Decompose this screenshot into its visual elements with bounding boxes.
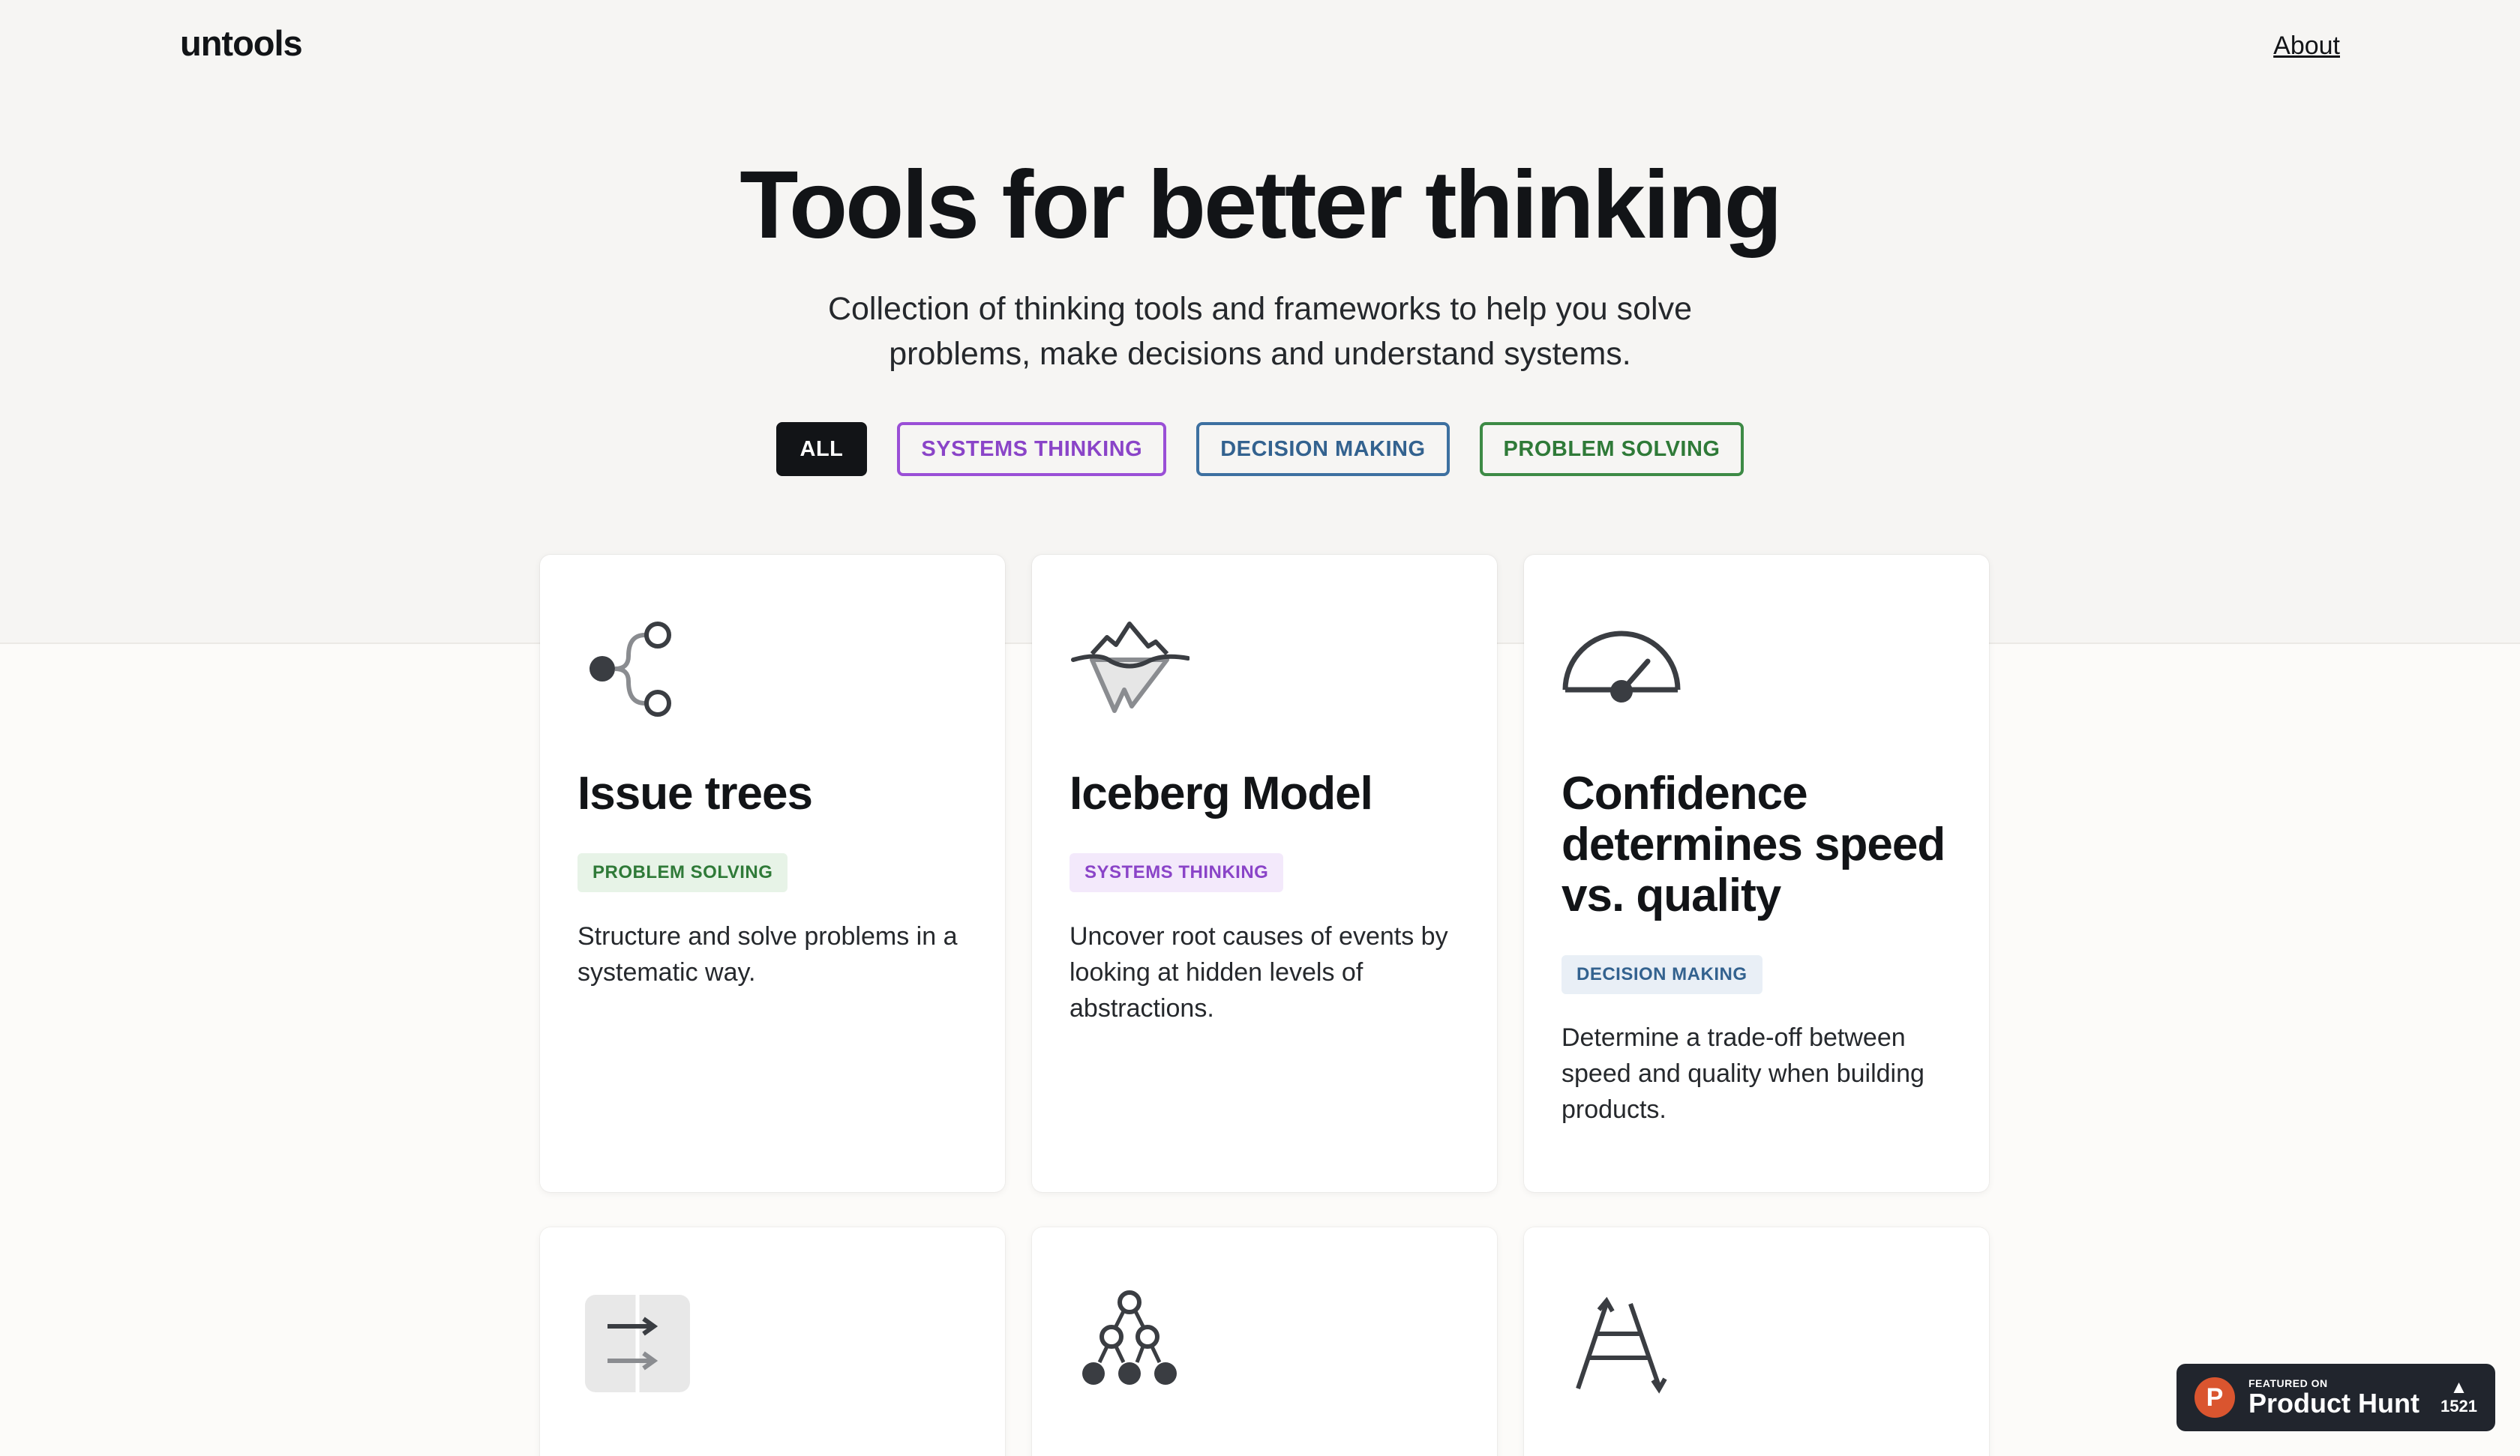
product-hunt-logo-icon: P <box>2194 1377 2235 1418</box>
upvote-arrow-icon: ▲ <box>2450 1377 2468 1398</box>
product-hunt-badge[interactable]: P FEATURED ON Product Hunt ▲ 1521 <box>2176 1364 2495 1431</box>
about-link[interactable]: About <box>2273 31 2340 61</box>
issue-tree-icon <box>590 622 671 717</box>
filter-all[interactable]: ALL <box>776 422 868 476</box>
card-description: Determine a trade-off between speed and … <box>1562 1023 1924 1124</box>
card-description: Structure and solve problems in a system… <box>578 922 958 987</box>
product-hunt-votes: 1521 <box>2440 1397 2477 1416</box>
card-tag: DECISION MAKING <box>1562 955 1762 994</box>
two-way-door-icon <box>585 1295 690 1392</box>
card-tag: SYSTEMS THINKING <box>1070 853 1284 892</box>
category-filters: ALL SYSTEMS THINKING DECISION MAKING PRO… <box>0 422 2520 476</box>
filter-problem-solving[interactable]: PROBLEM SOLVING <box>1479 422 1744 476</box>
page-title: Tools for better thinking <box>740 151 1782 259</box>
card-tag: PROBLEM SOLVING <box>578 853 788 892</box>
card-title: Issue trees <box>578 768 813 819</box>
first-principles-tree-icon <box>1082 1290 1177 1385</box>
card-row2-2[interactable] <box>1032 1227 1497 1456</box>
filter-systems-thinking[interactable]: SYSTEMS THINKING <box>897 422 1167 476</box>
product-hunt-name: Product Hunt <box>2248 1388 2420 1419</box>
site-logo[interactable]: untools <box>180 22 303 64</box>
card-title: Iceberg Model <box>1070 768 1373 819</box>
card-iceberg-model[interactable]: Iceberg Model SYSTEMS THINKING Uncover r… <box>1032 555 1497 1192</box>
card-title: Confidence determines speed vs. quality <box>1562 768 1946 921</box>
card-issue-trees[interactable]: Issue trees PROBLEM SOLVING Structure an… <box>540 555 1005 1192</box>
ladder-icon <box>1576 1296 1667 1394</box>
filter-decision-making[interactable]: DECISION MAKING <box>1196 422 1450 476</box>
card-description: Uncover root causes of events by looking… <box>1070 922 1448 1023</box>
card-row2-3[interactable] <box>1524 1227 1989 1456</box>
page-subtitle: Collection of thinking tools and framewo… <box>827 291 1693 372</box>
iceberg-icon <box>1071 622 1190 713</box>
card-confidence-speed-quality[interactable]: Confidence determines speed vs. quality … <box>1524 555 1989 1192</box>
speedometer-icon <box>1562 631 1681 703</box>
card-row2-1[interactable] <box>540 1227 1005 1456</box>
